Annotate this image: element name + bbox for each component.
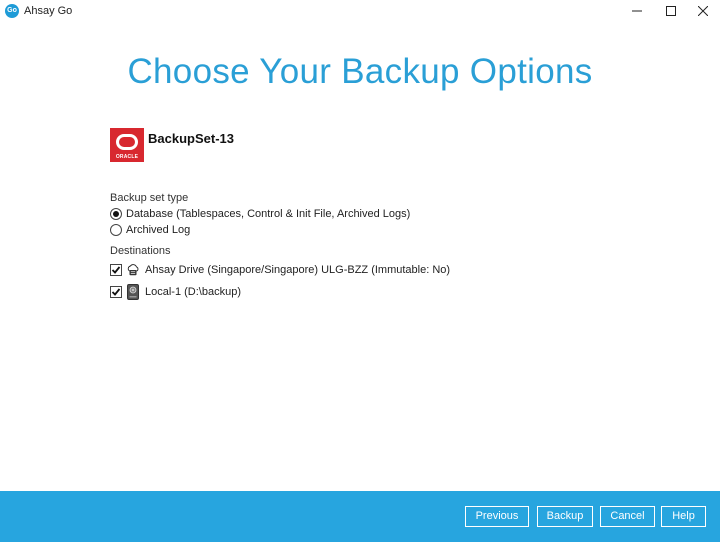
backup-set-type-label: Backup set type (110, 192, 189, 204)
checkmark-icon (111, 266, 121, 274)
previous-button[interactable]: Previous (465, 506, 529, 527)
destination-checkbox[interactable] (110, 264, 122, 276)
footer-bar: Previous Backup Cancel Help (0, 491, 720, 542)
destination-label: Ahsay Drive (Singapore/Singapore) ULG-BZ… (145, 264, 451, 276)
destination-item-local[interactable]: Local-1 (D:\backup) (110, 284, 241, 300)
destination-item-ahsay-drive[interactable]: Ahsay Drive (Singapore/Singapore) ULG-BZ… (110, 262, 450, 278)
maximize-button[interactable] (654, 0, 688, 22)
backupset-name: BackupSet-13 (148, 131, 234, 146)
radio-option-label: Database (Tablespaces, Control & Init Fi… (126, 208, 411, 220)
radio-button-selected[interactable] (110, 208, 122, 220)
minimize-icon (632, 10, 642, 12)
page-title: Choose Your Backup Options (127, 52, 593, 91)
cancel-button[interactable]: Cancel (600, 506, 655, 527)
maximize-icon (666, 6, 676, 16)
window-title: Ahsay Go (24, 5, 73, 17)
minimize-button[interactable] (620, 0, 654, 22)
oracle-logo-icon: ORACLE (110, 128, 144, 162)
radio-option-database[interactable]: Database (Tablespaces, Control & Init Fi… (110, 208, 410, 220)
radio-option-label: Archived Log (126, 224, 191, 236)
app-logo-icon: Go (5, 4, 19, 18)
destination-checkbox[interactable] (110, 286, 122, 298)
close-window-button[interactable] (686, 0, 720, 22)
destinations-label: Destinations (110, 245, 171, 257)
help-button[interactable]: Help (661, 506, 706, 527)
checkmark-icon (111, 288, 121, 296)
oracle-logo-text: ORACLE (115, 154, 139, 160)
title-bar: Go Ahsay Go (0, 0, 720, 22)
destination-label: Local-1 (D:\backup) (145, 286, 241, 298)
cloud-drive-icon (126, 262, 140, 278)
radio-button[interactable] (110, 224, 122, 236)
local-drive-icon (126, 284, 140, 300)
close-icon (698, 6, 708, 16)
backup-button[interactable]: Backup (537, 506, 593, 527)
radio-option-archived-log[interactable]: Archived Log (110, 224, 190, 236)
